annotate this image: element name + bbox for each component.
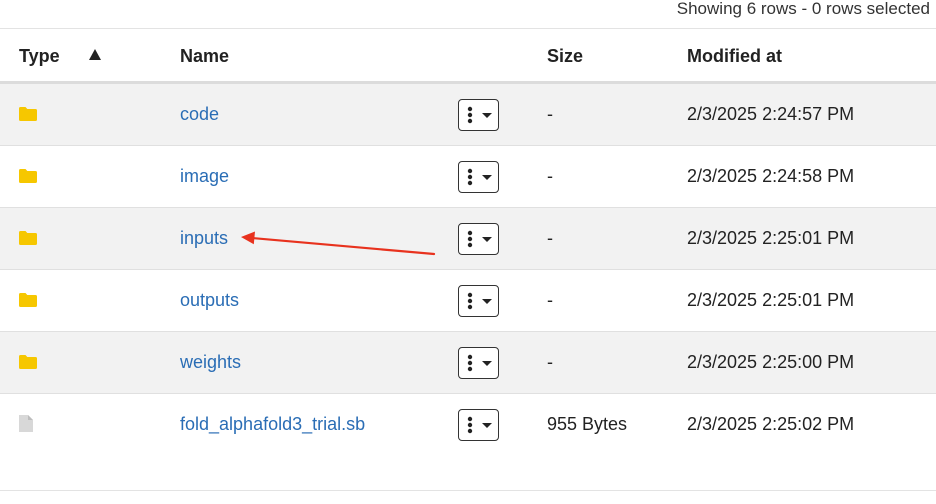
folder-icon bbox=[19, 107, 37, 121]
table-body: code - 2/3/2025 2:24:57 PM image - 2/3/2… bbox=[0, 84, 936, 455]
more-vertical-icon bbox=[467, 168, 473, 186]
folder-icon bbox=[19, 231, 37, 245]
modified-at: 2/3/2025 2:25:01 PM bbox=[687, 228, 855, 248]
file-name-link[interactable]: fold_alphafold3_trial.sb bbox=[180, 414, 365, 434]
file-browser: Showing 6 rows - 0 rows selected Type Na… bbox=[0, 0, 936, 504]
file-name-link[interactable]: code bbox=[180, 104, 219, 124]
more-vertical-icon bbox=[467, 416, 473, 434]
file-name-link[interactable]: inputs bbox=[180, 228, 228, 248]
column-header-name[interactable]: Name bbox=[180, 29, 229, 81]
folder-icon bbox=[19, 293, 37, 307]
file-size: 955 Bytes bbox=[547, 414, 628, 434]
table-row[interactable]: inputs - 2/3/2025 2:25:01 PM bbox=[0, 208, 936, 270]
chevron-down-icon bbox=[482, 113, 492, 118]
file-icon bbox=[19, 415, 33, 432]
table-row[interactable]: image - 2/3/2025 2:24:58 PM bbox=[0, 146, 936, 208]
table-row[interactable]: weights - 2/3/2025 2:25:00 PM bbox=[0, 332, 936, 394]
row-actions-button[interactable] bbox=[458, 347, 499, 379]
modified-at: 2/3/2025 2:24:58 PM bbox=[687, 166, 855, 186]
modified-at: 2/3/2025 2:25:00 PM bbox=[687, 352, 855, 372]
modified-at: 2/3/2025 2:25:02 PM bbox=[687, 414, 855, 434]
more-vertical-icon bbox=[467, 354, 473, 372]
file-size: - bbox=[547, 352, 553, 372]
folder-icon bbox=[19, 169, 37, 183]
table-row[interactable]: code - 2/3/2025 2:24:57 PM bbox=[0, 84, 936, 146]
column-header-size[interactable]: Size bbox=[547, 29, 583, 81]
chevron-down-icon bbox=[482, 423, 492, 428]
table-row[interactable]: fold_alphafold3_trial.sb 955 Bytes 2/3/2… bbox=[0, 394, 936, 455]
more-vertical-icon bbox=[467, 292, 473, 310]
modified-at: 2/3/2025 2:24:57 PM bbox=[687, 104, 855, 124]
sort-ascending-icon[interactable] bbox=[89, 49, 101, 60]
folder-icon bbox=[19, 355, 37, 369]
file-name-link[interactable]: weights bbox=[180, 352, 241, 372]
table-header: Type Name Size Modified at bbox=[0, 29, 936, 81]
chevron-down-icon bbox=[482, 299, 492, 304]
file-name-link[interactable]: outputs bbox=[180, 290, 239, 310]
table-row[interactable]: outputs - 2/3/2025 2:25:01 PM bbox=[0, 270, 936, 332]
file-size: - bbox=[547, 290, 553, 310]
more-vertical-icon bbox=[467, 230, 473, 248]
row-selection-status: Showing 6 rows - 0 rows selected bbox=[676, 0, 930, 18]
file-size: - bbox=[547, 228, 553, 248]
column-header-modified[interactable]: Modified at bbox=[687, 29, 782, 81]
column-header-type[interactable]: Type bbox=[19, 29, 60, 81]
modified-at: 2/3/2025 2:25:01 PM bbox=[687, 290, 855, 310]
row-actions-button[interactable] bbox=[458, 161, 499, 193]
row-actions-button[interactable] bbox=[458, 409, 499, 441]
chevron-down-icon bbox=[482, 361, 492, 366]
more-vertical-icon bbox=[467, 106, 473, 124]
bottom-divider bbox=[0, 490, 936, 491]
file-size: - bbox=[547, 104, 553, 124]
row-actions-button[interactable] bbox=[458, 99, 499, 131]
file-name-link[interactable]: image bbox=[180, 166, 229, 186]
file-size: - bbox=[547, 166, 553, 186]
chevron-down-icon bbox=[482, 175, 492, 180]
chevron-down-icon bbox=[482, 237, 492, 242]
row-actions-button[interactable] bbox=[458, 223, 499, 255]
row-actions-button[interactable] bbox=[458, 285, 499, 317]
